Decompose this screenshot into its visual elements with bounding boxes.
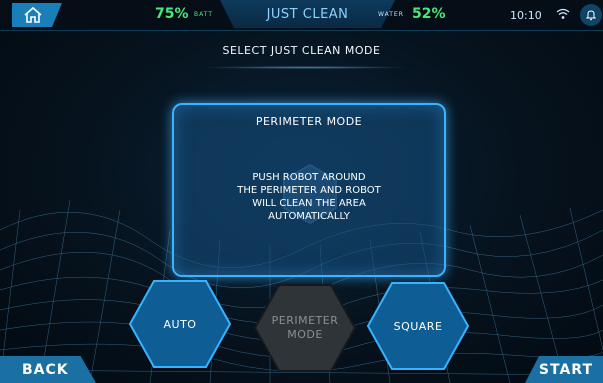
auto-mode-button[interactable]: AUTO bbox=[128, 279, 232, 369]
wifi-icon bbox=[556, 8, 570, 19]
perimeter-mode-button[interactable]: PERIMETER MODE bbox=[253, 283, 357, 373]
page-subtitle: SELECT JUST CLEAN MODE bbox=[222, 44, 381, 57]
home-icon bbox=[24, 6, 42, 23]
battery-level: 75% bbox=[155, 6, 189, 22]
perimeter-mode-label: PERIMETER MODE bbox=[271, 314, 339, 341]
square-mode-label: SQUARE bbox=[393, 319, 443, 333]
subtitle-underline-glow bbox=[200, 66, 410, 69]
bell-icon bbox=[585, 10, 597, 21]
back-button[interactable]: BACK bbox=[0, 356, 96, 383]
panel-title: PERIMETER MODE bbox=[255, 115, 363, 128]
mode-info-panel: PERIMETER MODE PUSH ROBOT AROUND THE PER… bbox=[172, 103, 446, 277]
screen-title: JUST CLEAN bbox=[220, 0, 395, 28]
water-level: 52% bbox=[412, 6, 446, 22]
notifications-button[interactable] bbox=[580, 4, 602, 26]
battery-label: BATT bbox=[194, 11, 213, 18]
clock-time: 10:10 bbox=[510, 9, 542, 22]
panel-description: PUSH ROBOT AROUND THE PERIMETER AND ROBO… bbox=[237, 172, 381, 222]
auto-mode-label: AUTO bbox=[163, 317, 197, 331]
square-mode-button[interactable]: SQUARE bbox=[366, 281, 470, 371]
water-label: WATER bbox=[378, 11, 404, 18]
